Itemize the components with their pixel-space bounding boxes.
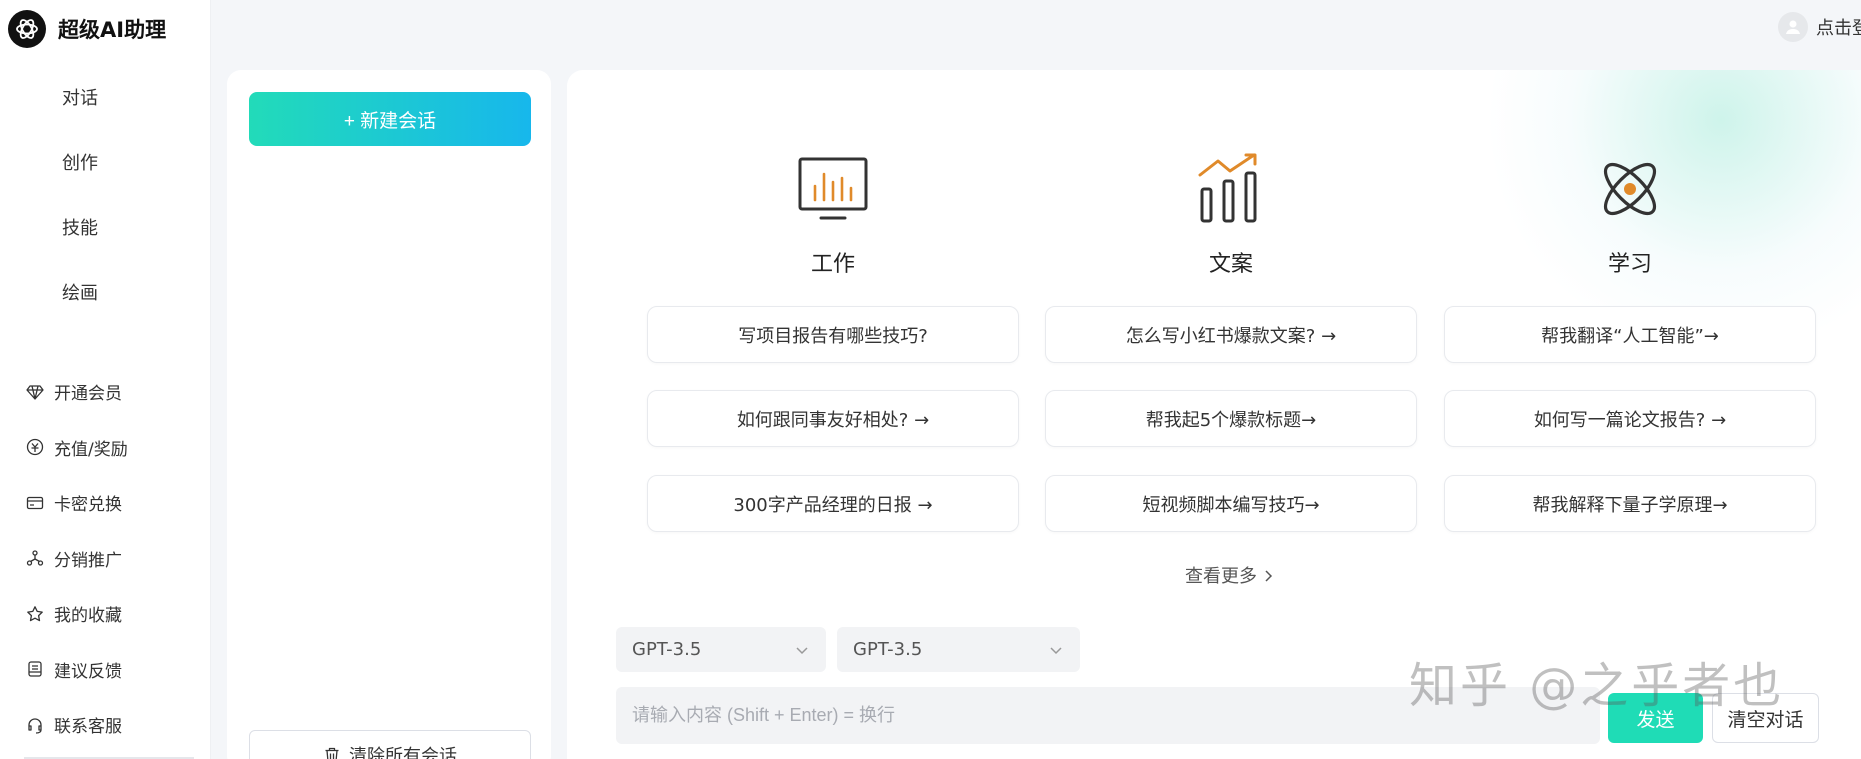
prompt-card-learn-3[interactable]: 帮我解释下量子学原理→	[1444, 475, 1816, 532]
view-more-link[interactable]: 查看更多	[1185, 562, 1273, 588]
clear-all-label: 清除所有会话	[349, 746, 457, 759]
brand-title: 超级AI助理	[58, 18, 167, 42]
nav-item-recharge[interactable]: 充值/奖励	[0, 420, 211, 476]
nav-item-label: 充值/奖励	[54, 439, 128, 460]
send-button[interactable]: 发送	[1608, 693, 1703, 743]
nav-item-chat[interactable]: 对话	[0, 66, 211, 131]
category-copywriting: 文案	[1045, 150, 1417, 278]
nav-item-distribution[interactable]: 分销推广	[0, 531, 211, 587]
nav-item-create[interactable]: 创作	[0, 131, 211, 196]
category-learning: 学习	[1444, 150, 1816, 278]
app-root: 超级AI助理 对话 创作 技能 绘画 开通会员 充值/奖励 卡密兑换 分销推广 …	[0, 0, 1861, 759]
nav-item-favorites[interactable]: 我的收藏	[0, 586, 211, 642]
clear-chat-button[interactable]: 清空对话	[1712, 693, 1819, 743]
prompt-card-work-1[interactable]: 写项目报告有哪些技巧?	[647, 306, 1019, 363]
model-select-1[interactable]: GPT-3.5	[616, 627, 826, 672]
secondary-nav: 开通会员 充值/奖励 卡密兑换 分销推广 我的收藏 建议反馈 联系客服	[0, 364, 211, 753]
category-work: 工作	[647, 150, 1019, 278]
nav-item-membership[interactable]: 开通会员	[0, 364, 211, 420]
nav-item-label: 卡密兑换	[54, 495, 122, 516]
nav-item-customer-service[interactable]: 联系客服	[0, 697, 211, 753]
model-select-value: GPT-3.5	[853, 639, 923, 660]
nav-item-feedback[interactable]: 建议反馈	[0, 642, 211, 698]
diamond-icon	[26, 385, 44, 400]
prompt-card-work-3[interactable]: 300字产品经理的日报 →	[647, 475, 1019, 532]
openai-logo-icon	[8, 10, 46, 48]
prompt-card-copy-2[interactable]: 帮我起5个爆款标题→	[1045, 390, 1417, 447]
card-icon	[26, 496, 44, 509]
chevron-down-icon	[1050, 646, 1062, 654]
star-icon	[27, 605, 43, 621]
category-title: 工作	[810, 252, 855, 277]
message-input[interactable]	[616, 687, 1600, 744]
model-select-2[interactable]: GPT-3.5	[837, 627, 1080, 672]
atom-icon	[1444, 150, 1816, 228]
category-title: 文案	[1208, 252, 1253, 277]
prompt-card-learn-1[interactable]: 帮我翻译“人工智能”→	[1444, 306, 1816, 363]
nav-item-label: 建议反馈	[54, 661, 122, 682]
clear-all-conversations-button[interactable]: 清除所有会话	[249, 730, 531, 759]
conversation-panel: + 新建会话 清除所有会话	[227, 70, 551, 759]
login-button[interactable]: 点击登	[1778, 12, 1861, 42]
nav-item-label: 开通会员	[54, 384, 122, 405]
category-title: 学习	[1607, 252, 1652, 277]
prompt-card-learn-2[interactable]: 如何写一篇论文报告? →	[1444, 390, 1816, 447]
nav-item-label: 我的收藏	[54, 606, 122, 627]
recharge-icon	[26, 439, 44, 456]
prompt-card-work-2[interactable]: 如何跟同事友好相处? →	[647, 390, 1019, 447]
nav-item-label: 联系客服	[54, 717, 122, 738]
trash-icon	[325, 747, 339, 759]
nav-item-drawing[interactable]: 绘画	[0, 261, 211, 326]
primary-nav: 对话 创作 技能 绘画	[0, 66, 211, 326]
sidebar: 超级AI助理 对话 创作 技能 绘画 开通会员 充值/奖励 卡密兑换 分销推广 …	[0, 0, 211, 759]
nav-item-label: 分销推广	[54, 550, 122, 571]
main-panel: 工作 文案 学习 写项目报告有哪些技巧? 怎么写小红书爆款文案? → 帮我翻译“…	[567, 70, 1861, 759]
headset-icon	[28, 718, 42, 734]
view-more-label: 查看更多	[1185, 566, 1257, 587]
monitor-chart-icon	[647, 150, 1019, 228]
prompt-card-copy-3[interactable]: 短视频脚本编写技巧→	[1045, 475, 1417, 532]
avatar-icon	[1778, 12, 1808, 42]
login-label: 点击登	[1816, 18, 1861, 39]
chevron-right-icon	[1265, 570, 1272, 582]
chevron-down-icon	[796, 646, 808, 654]
feedback-icon	[28, 661, 42, 677]
share-network-icon	[26, 550, 44, 566]
model-select-value: GPT-3.5	[632, 639, 702, 660]
brand[interactable]: 超级AI助理	[8, 10, 166, 48]
prompt-card-copy-1[interactable]: 怎么写小红书爆款文案? →	[1045, 306, 1417, 363]
nav-item-skills[interactable]: 技能	[0, 196, 211, 261]
nav-item-redeem-card[interactable]: 卡密兑换	[0, 475, 211, 531]
new-chat-button[interactable]: + 新建会话	[249, 92, 531, 146]
bar-trend-icon	[1045, 150, 1417, 228]
